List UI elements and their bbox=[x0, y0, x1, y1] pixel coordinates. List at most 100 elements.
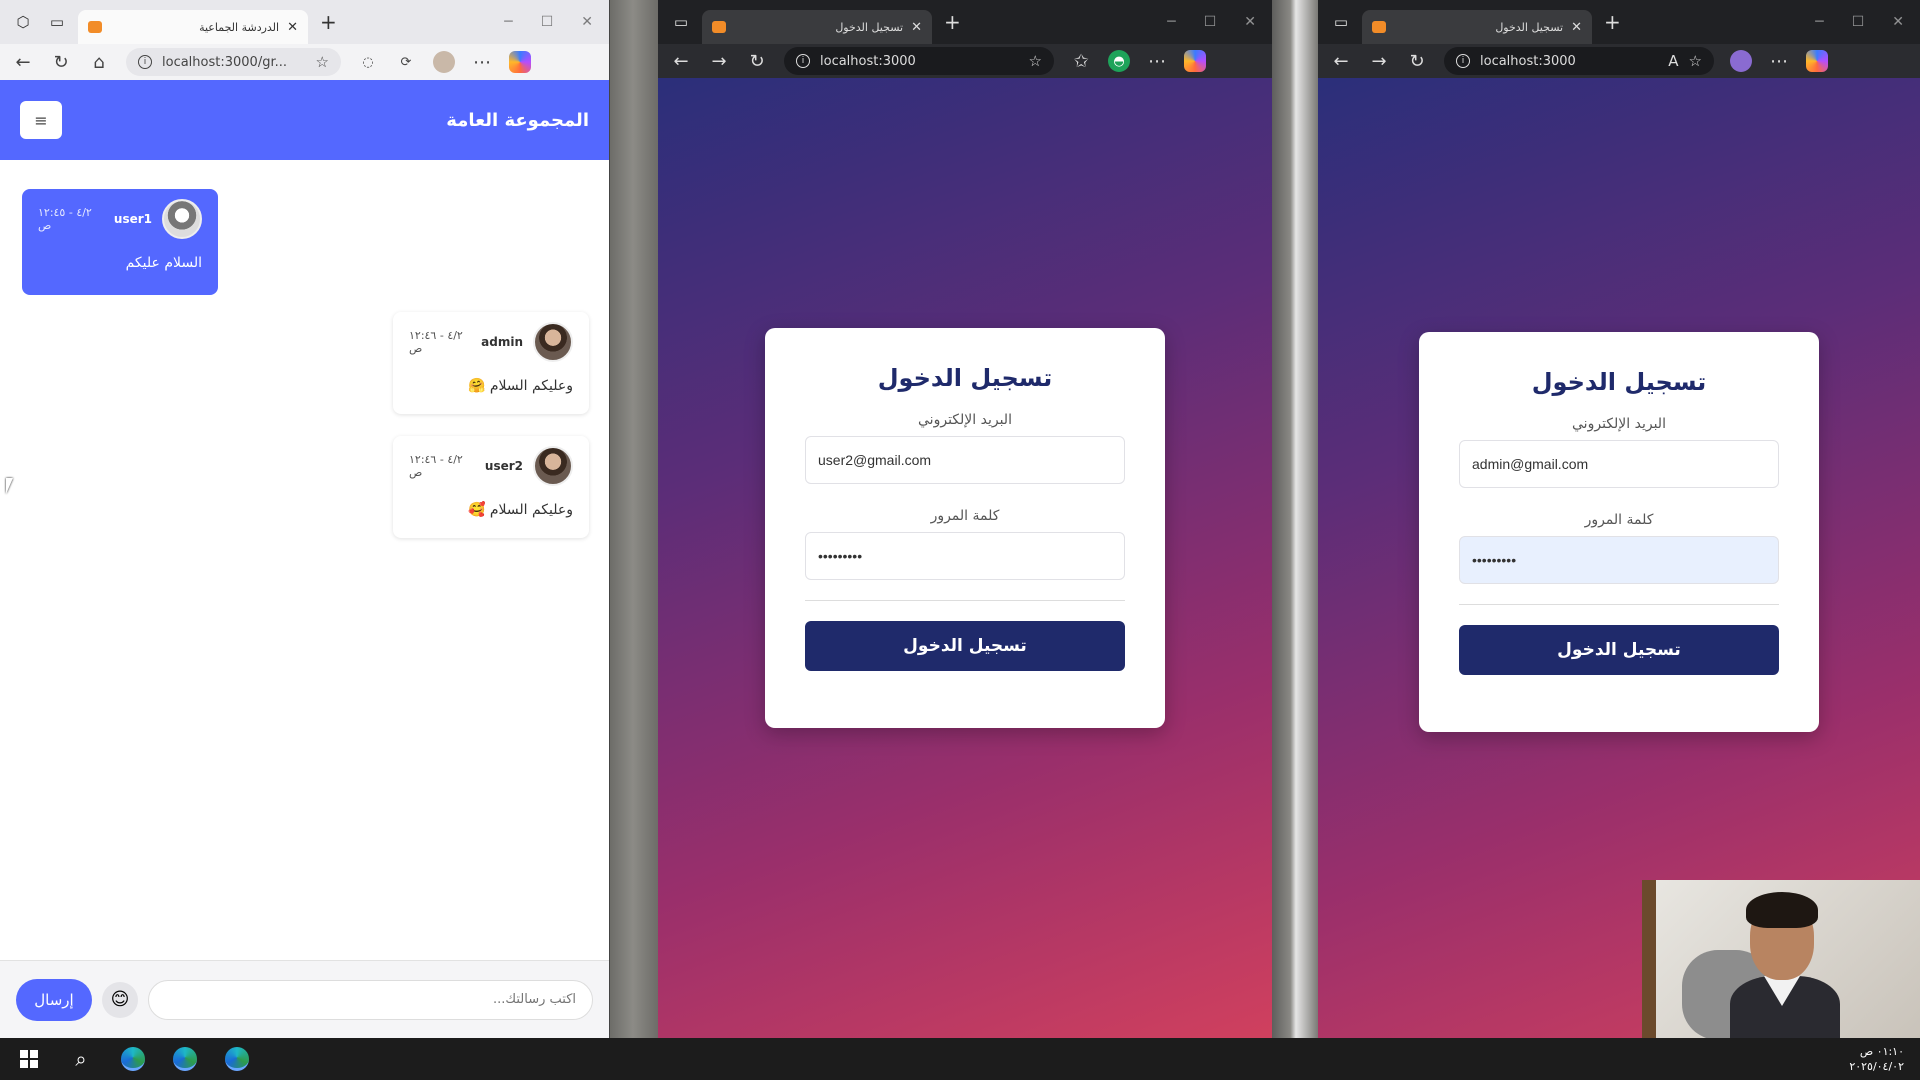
tab-bar: ▭ تسجيل الدخول ✕ + ─ ☐ ✕ bbox=[658, 0, 1272, 44]
tab-title: الدردشة الجماعية bbox=[199, 20, 280, 34]
extension-icon[interactable]: ◌ bbox=[357, 51, 379, 73]
back-icon[interactable]: ← bbox=[12, 52, 34, 73]
emoji-button[interactable]: 😊 bbox=[102, 981, 138, 1018]
tab-title: تسجيل الدخول bbox=[835, 20, 904, 34]
avatar bbox=[533, 322, 573, 362]
minimize-icon[interactable]: ─ bbox=[504, 14, 512, 30]
favorite-star-icon[interactable]: ☆ bbox=[1029, 52, 1042, 70]
address-bar[interactable]: i localhost:3000 ☆ bbox=[784, 47, 1054, 75]
desktop-background bbox=[608, 0, 658, 1038]
tab-close-icon[interactable]: ✕ bbox=[1571, 20, 1582, 35]
password-field[interactable]: ••••••••• bbox=[1459, 536, 1779, 584]
home-icon[interactable]: ⌂ bbox=[88, 52, 110, 73]
favorites-icon[interactable]: ✩ bbox=[1070, 51, 1092, 72]
profile-avatar[interactable] bbox=[433, 51, 455, 73]
new-tab-icon[interactable]: + bbox=[320, 10, 337, 34]
message-input[interactable] bbox=[148, 979, 593, 1020]
favorite-star-icon[interactable]: ☆ bbox=[1689, 52, 1702, 70]
webcam-overlay bbox=[1642, 880, 1920, 1038]
tab-close-icon[interactable]: ✕ bbox=[911, 20, 922, 35]
site-info-icon[interactable]: i bbox=[138, 55, 152, 69]
browser-tab[interactable]: الدردشة الجماعية ✕ bbox=[78, 10, 308, 44]
favicon-icon bbox=[712, 21, 726, 33]
back-icon[interactable]: ← bbox=[670, 51, 692, 72]
forward-icon[interactable]: → bbox=[1368, 51, 1390, 72]
minimize-icon[interactable]: ─ bbox=[1167, 14, 1175, 30]
avatar bbox=[533, 446, 573, 486]
tab-actions-icon[interactable]: ▭ bbox=[1328, 9, 1354, 35]
chat-browser-window: ⬡ ▭ الدردشة الجماعية ✕ + ─ ☐ ✕ ← ↻ ⌂ i l… bbox=[0, 0, 610, 1038]
tab-actions-icon[interactable]: ▭ bbox=[668, 9, 694, 35]
address-bar[interactable]: i localhost:3000/gr... ☆ bbox=[126, 48, 341, 76]
browser-tab[interactable]: تسجيل الدخول ✕ bbox=[1362, 10, 1592, 44]
window-controls: ─ ☐ ✕ bbox=[1815, 14, 1910, 30]
email-field[interactable]: admin@gmail.com bbox=[1459, 440, 1779, 488]
window-controls: ─ ☐ ✕ bbox=[1167, 14, 1262, 30]
login-title: تسجيل الدخول bbox=[877, 364, 1053, 392]
site-info-icon[interactable]: i bbox=[796, 54, 810, 68]
menu-button[interactable]: ≡ bbox=[20, 101, 62, 139]
close-window-icon[interactable]: ✕ bbox=[1244, 14, 1256, 30]
edge-taskbar-icon[interactable] bbox=[172, 1046, 198, 1072]
taskbar: ⌕ ٠١:١٠ ص ٢٠٢٥/٠٤/٠٢ bbox=[0, 1038, 1920, 1080]
site-info-icon[interactable]: i bbox=[1456, 54, 1470, 68]
maximize-icon[interactable]: ☐ bbox=[1852, 14, 1865, 30]
browser-tab[interactable]: تسجيل الدخول ✕ bbox=[702, 10, 932, 44]
copilot-icon[interactable] bbox=[1806, 50, 1828, 72]
close-window-icon[interactable]: ✕ bbox=[1892, 14, 1904, 30]
refresh-icon[interactable]: ↻ bbox=[50, 52, 72, 73]
message-list: ٤/٢ - ١٢:٤٥ ص user1 السلام عليكم ٤/٢ - ١… bbox=[0, 160, 609, 960]
sync-icon[interactable]: ⟳ bbox=[395, 51, 417, 73]
start-icon[interactable] bbox=[16, 1046, 42, 1072]
message-time: ٤/٢ - ١٢:٤٦ ص bbox=[409, 329, 463, 355]
message-time: ٤/٢ - ١٢:٤٥ ص bbox=[38, 206, 92, 232]
clock-date: ٢٠٢٥/٠٤/٠٢ bbox=[1849, 1060, 1904, 1073]
edge-taskbar-icon[interactable] bbox=[224, 1046, 250, 1072]
read-aloud-icon[interactable]: A bbox=[1668, 52, 1678, 70]
maximize-icon[interactable]: ☐ bbox=[1204, 14, 1217, 30]
new-tab-icon[interactable]: + bbox=[1604, 10, 1621, 34]
url-text: localhost:3000/gr... bbox=[162, 54, 287, 70]
divider bbox=[805, 600, 1125, 601]
message-text: السلام عليكم bbox=[125, 255, 202, 271]
system-clock[interactable]: ٠١:١٠ ص ٢٠٢٥/٠٤/٠٢ bbox=[1849, 1044, 1904, 1074]
tab-actions-icon[interactable]: ▭ bbox=[44, 9, 70, 35]
forward-icon[interactable]: → bbox=[708, 51, 730, 72]
close-window-icon[interactable]: ✕ bbox=[581, 14, 593, 30]
more-menu-icon[interactable]: ⋯ bbox=[1146, 51, 1168, 72]
message-bubble: ٤/٢ - ١٢:٤٥ ص user1 السلام عليكم bbox=[22, 189, 218, 295]
maximize-icon[interactable]: ☐ bbox=[541, 14, 554, 30]
workspaces-icon[interactable]: ⬡ bbox=[10, 9, 36, 35]
refresh-icon[interactable]: ↻ bbox=[1406, 51, 1428, 72]
divider bbox=[1459, 604, 1779, 605]
minimize-icon[interactable]: ─ bbox=[1815, 14, 1823, 30]
message-bubble: ٤/٢ - ١٢:٤٦ ص admin وعليكم السلام 🤗 bbox=[393, 312, 589, 414]
more-menu-icon[interactable]: ⋯ bbox=[1768, 51, 1790, 72]
desktop-background bbox=[1272, 0, 1318, 1038]
group-title: المجموعة العامة bbox=[446, 109, 589, 131]
clock-time: ٠١:١٠ ص bbox=[1859, 1045, 1904, 1058]
address-bar[interactable]: i localhost:3000 A ☆ bbox=[1444, 47, 1714, 75]
tab-close-icon[interactable]: ✕ bbox=[287, 20, 298, 35]
more-menu-icon[interactable]: ⋯ bbox=[471, 52, 493, 73]
login-button[interactable]: تسجيل الدخول bbox=[1459, 625, 1779, 675]
send-button[interactable]: إرسال bbox=[16, 978, 92, 1021]
extension-icon[interactable]: ◓ bbox=[1108, 50, 1130, 72]
message-bubble: ٤/٢ - ١٢:٤٦ ص user2 وعليكم السلام 🥰 bbox=[393, 436, 589, 538]
login-title: تسجيل الدخول bbox=[1531, 368, 1707, 396]
address-toolbar: ← → ↻ i localhost:3000 A ☆ ⋯ bbox=[1318, 44, 1920, 78]
copilot-icon[interactable] bbox=[509, 51, 531, 73]
message-text: وعليكم السلام 🥰 bbox=[467, 502, 573, 518]
copilot-icon[interactable] bbox=[1184, 50, 1206, 72]
refresh-icon[interactable]: ↻ bbox=[746, 51, 768, 72]
favorite-star-icon[interactable]: ☆ bbox=[316, 53, 329, 71]
back-icon[interactable]: ← bbox=[1330, 51, 1352, 72]
new-tab-icon[interactable]: + bbox=[944, 10, 961, 34]
email-field[interactable]: user2@gmail.com bbox=[805, 436, 1125, 484]
password-field[interactable]: ••••••••• bbox=[805, 532, 1125, 580]
edge-taskbar-icon[interactable] bbox=[120, 1046, 146, 1072]
search-icon[interactable]: ⌕ bbox=[68, 1046, 94, 1072]
profile-avatar[interactable] bbox=[1730, 50, 1752, 72]
login-button[interactable]: تسجيل الدخول bbox=[805, 621, 1125, 671]
tab-title: تسجيل الدخول bbox=[1495, 20, 1564, 34]
